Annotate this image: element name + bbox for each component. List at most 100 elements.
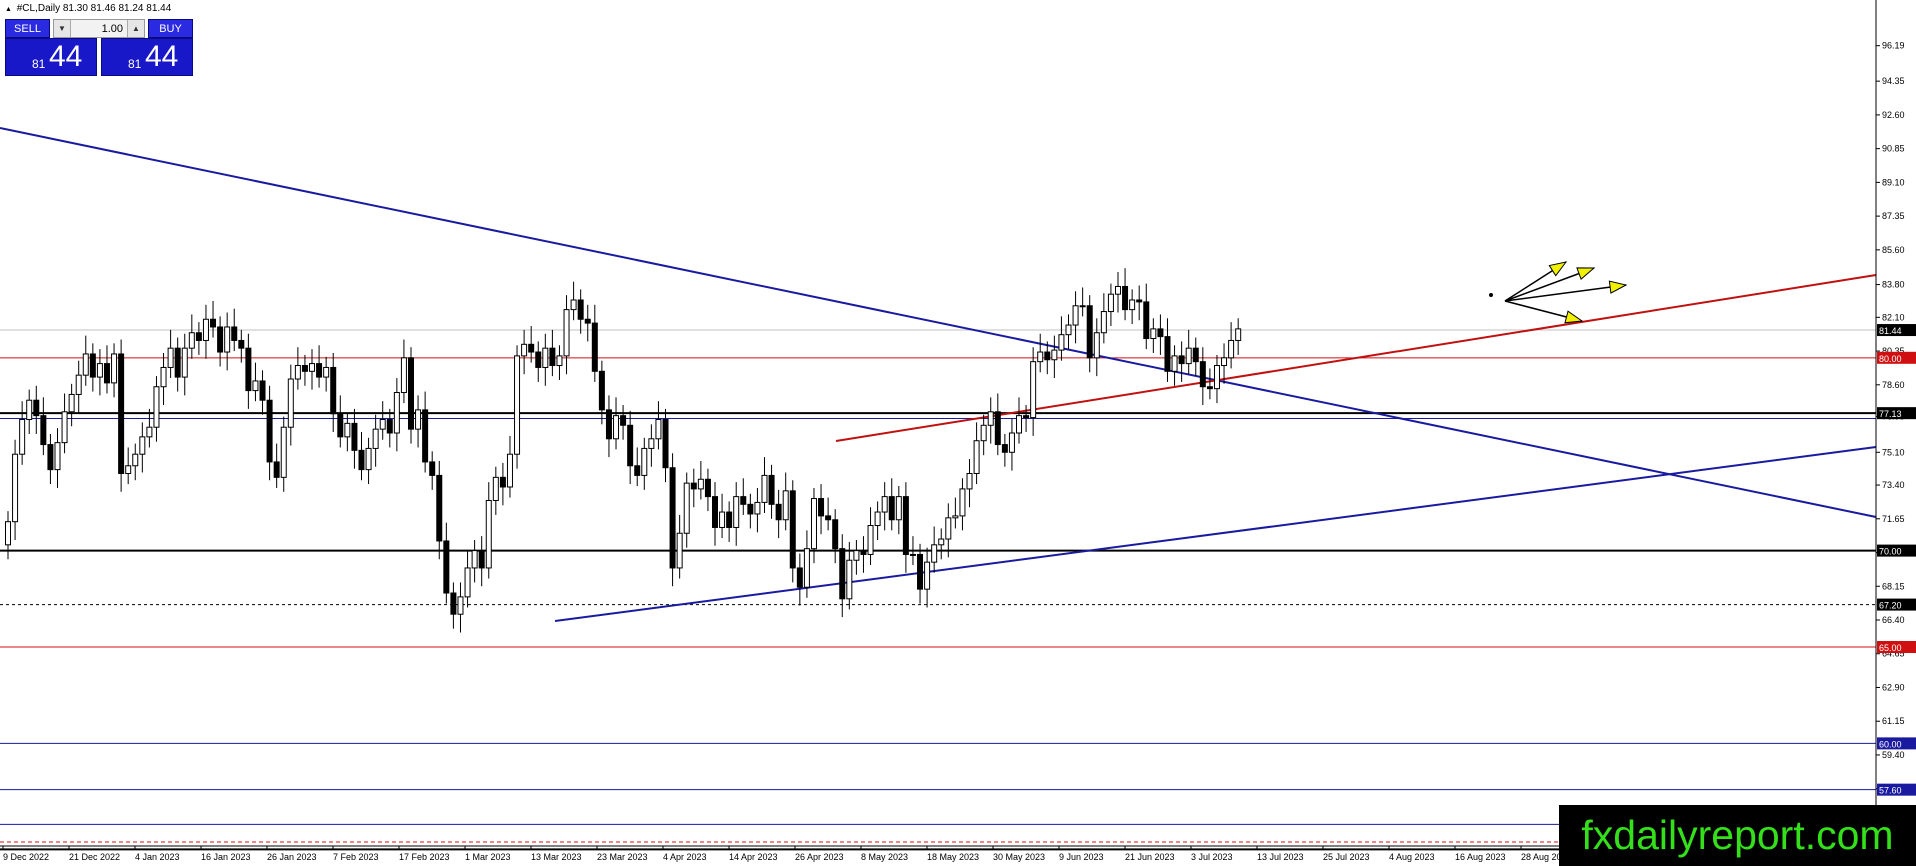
candle-body <box>768 474 775 505</box>
candle-body <box>450 592 457 615</box>
price-tick-label: 61.15 <box>1882 716 1905 726</box>
candle-body <box>514 355 521 455</box>
time-tick-label: 26 Jan 2023 <box>267 852 317 862</box>
candle-body <box>860 550 867 555</box>
candle-body <box>1122 285 1129 311</box>
candle[interactable] <box>514 345 521 469</box>
candle-body <box>195 332 202 341</box>
candle-body <box>641 447 648 476</box>
candle-body <box>457 596 464 615</box>
candle-body <box>867 525 874 555</box>
time-tick-label: 8 May 2023 <box>861 852 908 862</box>
symbol-name: #CL,Daily <box>16 3 61 14</box>
candle-body <box>1114 285 1121 295</box>
candle-body <box>832 519 839 550</box>
buy-price-handle: 81 <box>128 57 142 71</box>
candle-body <box>1001 444 1008 453</box>
candle-body <box>591 322 598 372</box>
candle-body <box>662 419 669 469</box>
candle-body <box>789 490 796 569</box>
candle-body <box>676 532 683 569</box>
candle-body <box>825 515 832 521</box>
candle-body <box>245 347 252 392</box>
price-tick-label: 73.40 <box>1882 480 1905 490</box>
price-tick-label: 71.65 <box>1882 514 1905 524</box>
candle-body <box>775 503 782 521</box>
candle[interactable] <box>118 339 125 492</box>
candle-body <box>1157 328 1164 338</box>
price-tag-70: 70.00 <box>1879 547 1902 557</box>
candle-body <box>372 428 379 449</box>
candle-body <box>75 374 82 395</box>
candle-body <box>12 453 19 523</box>
candle-body <box>994 411 1001 446</box>
candle-body <box>846 559 853 600</box>
candle-body <box>202 318 209 341</box>
candle-body <box>139 436 146 455</box>
candle-body <box>1235 328 1242 341</box>
price-chart[interactable]: 96.19 94.35 92.60 90.85 89.10 87.35 85.60 83.80… <box>0 0 1916 866</box>
buy-price-quote[interactable]: 81 44 <box>101 38 193 76</box>
candle-body <box>393 392 400 434</box>
candle-body <box>1199 361 1206 388</box>
candle-body <box>231 326 238 341</box>
time-tick-label: 30 May 2023 <box>993 852 1045 862</box>
candle-body <box>1030 361 1037 419</box>
candle-body <box>266 399 273 463</box>
candle-body <box>881 496 888 513</box>
candle-body <box>1185 347 1192 365</box>
candle[interactable] <box>669 453 676 587</box>
candle-body <box>888 496 895 521</box>
candle-body <box>358 449 365 471</box>
time-tick-label: 18 May 2023 <box>927 852 979 862</box>
candle-body <box>605 409 612 440</box>
sell-price-quote[interactable]: 81 44 <box>5 38 97 76</box>
candle-body <box>570 299 577 311</box>
sell-price-handle: 81 <box>32 57 46 71</box>
candle-body <box>118 353 125 474</box>
candle-body <box>931 544 938 563</box>
lot-size-input[interactable] <box>71 20 127 37</box>
sell-button[interactable]: SELL <box>5 19 50 38</box>
candle-body <box>1086 305 1093 359</box>
candle-body <box>683 482 690 534</box>
candle-body <box>167 347 174 368</box>
candle-body <box>1016 415 1023 434</box>
candle-body <box>620 415 627 426</box>
candle-body <box>761 474 768 503</box>
candle-body <box>1037 351 1044 363</box>
candle-body <box>351 422 358 451</box>
candle-body <box>415 409 422 430</box>
price-tick-label: 59.40 <box>1882 750 1905 760</box>
candle-body <box>1044 351 1051 361</box>
candle-body <box>542 347 549 368</box>
candle-body <box>82 353 89 376</box>
candle-body <box>563 309 570 357</box>
ohlc-values: 81.30 81.46 81.24 81.44 <box>62 3 172 14</box>
candle-body <box>874 511 881 527</box>
candle-body <box>549 347 556 367</box>
candle-body <box>5 521 11 546</box>
time-tick-label: 1 Mar 2023 <box>465 852 511 862</box>
candle-body <box>902 496 909 555</box>
window-menu-icon[interactable]: ▲ <box>5 6 12 13</box>
candle-body <box>1072 305 1079 326</box>
buy-button[interactable]: BUY <box>148 19 193 38</box>
candle-body <box>1192 347 1199 363</box>
candle-body <box>89 353 96 378</box>
candle[interactable] <box>407 347 414 444</box>
candle-body <box>726 511 733 528</box>
candle-body <box>429 461 436 476</box>
candle-body <box>535 351 542 368</box>
candle-body <box>125 465 132 474</box>
candle[interactable] <box>789 480 796 583</box>
price-tick-label: 75.10 <box>1882 447 1905 457</box>
candle-body <box>1213 365 1220 390</box>
candle-body <box>669 467 676 569</box>
triangle-down-icon[interactable]: ▼ <box>54 20 71 37</box>
candle-body <box>584 318 591 324</box>
candle-body <box>648 438 655 449</box>
time-tick-label: 17 Feb 2023 <box>399 852 450 862</box>
triangle-up-icon[interactable]: ▲ <box>127 20 144 37</box>
lot-size-stepper: ▼ ▲ <box>53 19 145 38</box>
